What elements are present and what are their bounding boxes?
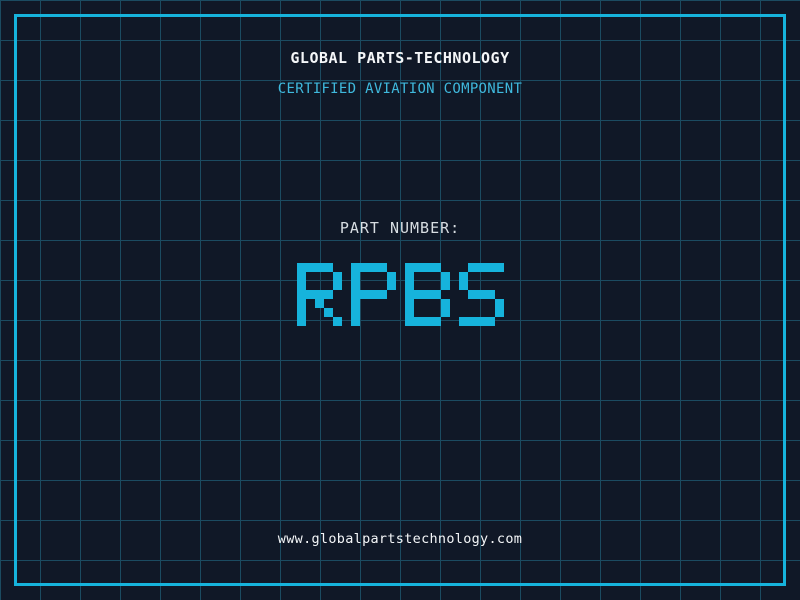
certificate-background: GLOBAL PARTS-TECHNOLOGY CERTIFIED AVIATI… [0,0,800,600]
part-number-label: PART NUMBER: [339,219,461,237]
part-number-letter [404,263,450,326]
part-number-letter [458,263,504,326]
certification-subtitle: CERTIFIED AVIATION COMPONENT [277,81,523,97]
company-title: GLOBAL PARTS-TECHNOLOGY [290,49,510,67]
website-url: www.globalpartstechnology.com [277,531,523,547]
part-number-letter [350,263,396,326]
part-number-letter [296,263,342,326]
part-number-value [0,263,800,326]
